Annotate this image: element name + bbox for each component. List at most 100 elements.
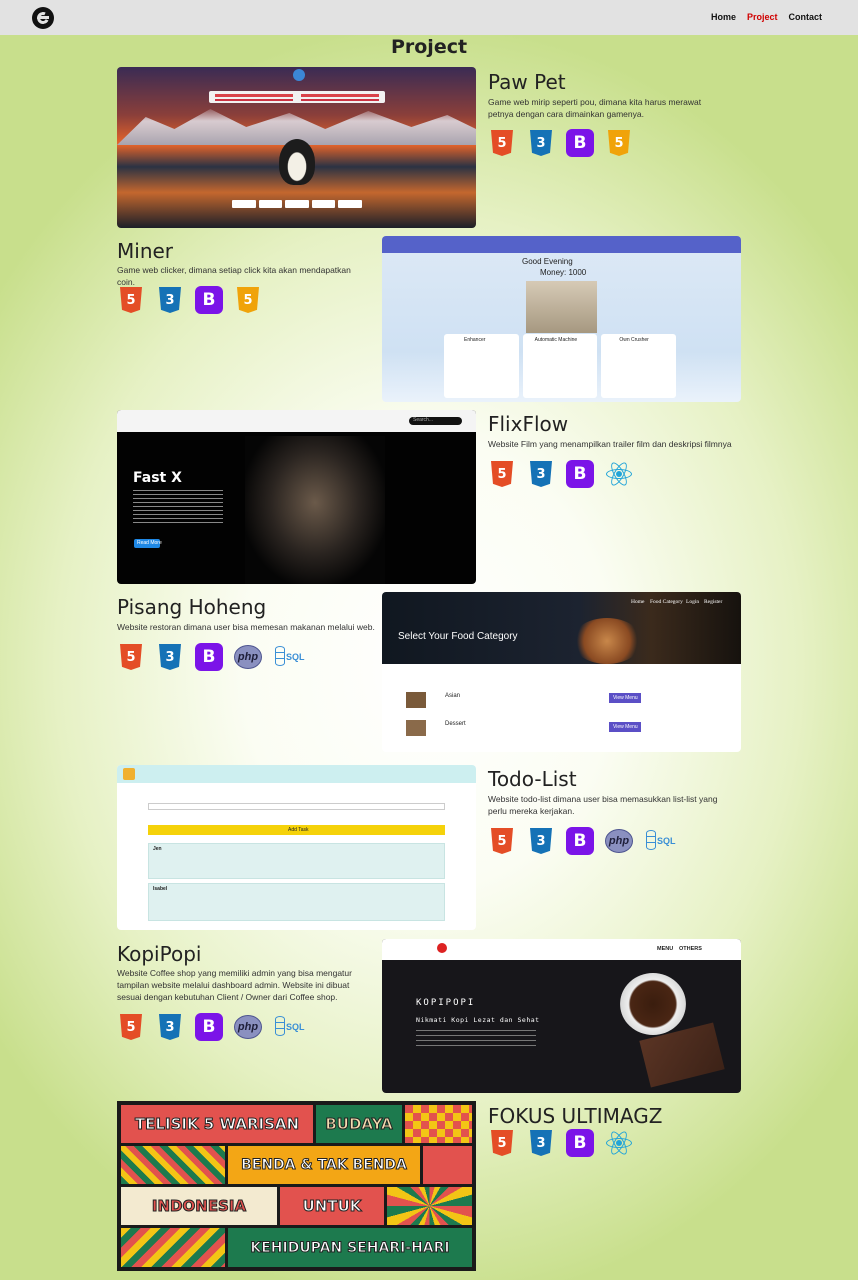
miner-screenshot[interactable]: Good Evening Money: 1000 Enhancer Automa… xyxy=(382,236,741,402)
fun-bar xyxy=(301,99,379,101)
banner-tile: BENDA & TAK BENDA xyxy=(228,1146,420,1184)
paw-icon xyxy=(293,69,305,81)
read-more-button[interactable]: Read More xyxy=(134,539,162,548)
project-title: KopiPopi xyxy=(117,942,202,966)
nav-item[interactable]: Food Category xyxy=(650,599,683,605)
javascript-icon: 5 xyxy=(234,286,262,314)
sql-icon: SQL xyxy=(273,1013,305,1041)
html5-icon: 5 xyxy=(488,1129,516,1157)
task-input[interactable] xyxy=(148,803,445,810)
php-icon: php xyxy=(234,643,262,671)
health-bar xyxy=(215,94,293,97)
tech-icons: 5 3 B 5 xyxy=(117,286,262,314)
movie-poster xyxy=(245,436,385,584)
pawpet-screenshot[interactable] xyxy=(117,67,476,228)
banner-tile: TELISIK 5 WARISAN xyxy=(121,1105,313,1143)
tech-icons: 5 3 B php SQL xyxy=(117,643,305,671)
coffee-cup xyxy=(620,973,686,1035)
project-description: Website todo-list dimana user bisa memas… xyxy=(488,794,718,816)
nav-item[interactable]: MENU xyxy=(657,946,673,952)
penguin-pet[interactable] xyxy=(279,139,315,185)
task-card[interactable]: Isabel xyxy=(148,883,445,921)
project-title: Paw Pet xyxy=(488,70,566,94)
action-button[interactable] xyxy=(232,200,256,208)
project-description: Website Coffee shop yang memiliki admin … xyxy=(117,968,352,1002)
view-menu-button[interactable]: View Menu xyxy=(609,722,641,732)
css3-icon: 3 xyxy=(156,643,184,671)
bootstrap-icon: B xyxy=(195,643,223,671)
miner-navbar xyxy=(382,236,741,253)
tech-icons: 5 3 B 5 xyxy=(488,129,633,157)
project-title: Miner xyxy=(117,239,174,263)
tech-icons: 5 3 B php SQL xyxy=(117,1013,305,1041)
php-icon: php xyxy=(234,1013,262,1041)
pasta-image xyxy=(572,618,642,664)
upgrade-card[interactable]: Own Crusher xyxy=(601,334,677,398)
tech-icons: 5 3 B php SQL xyxy=(488,827,676,855)
category-name: Dessert xyxy=(445,721,466,727)
ultimagz-screenshot[interactable]: TELISIK 5 WARISAN BUDAYA BENDA & TAK BEN… xyxy=(117,1101,476,1271)
html5-icon: 5 xyxy=(488,460,516,488)
project-description: Website Film yang menampilkan trailer fi… xyxy=(488,439,732,449)
upgrade-card[interactable]: Automatic Machine xyxy=(522,334,598,398)
css3-icon: 3 xyxy=(156,1013,184,1041)
action-button[interactable] xyxy=(258,200,283,208)
kopipopi-logo xyxy=(437,943,447,953)
react-icon xyxy=(605,460,633,488)
php-icon: php xyxy=(605,827,633,855)
upgrade-cards: Enhancer Automatic Machine Own Crusher xyxy=(444,334,677,398)
project-title: Todo-List xyxy=(488,767,577,791)
kopipopi-brand: KOPIPOPI xyxy=(416,998,476,1008)
pattern-tile xyxy=(405,1105,472,1143)
nav-item[interactable]: Home xyxy=(631,599,644,605)
nav-item[interactable]: Register xyxy=(704,599,722,605)
flixflow-screenshot[interactable]: Search... Fast X Read More xyxy=(117,410,476,584)
action-button[interactable] xyxy=(311,200,336,208)
html5-icon: 5 xyxy=(117,1013,145,1041)
kopipopi-tagline: Nikmati Kopi Lezat dan Sehat xyxy=(416,1016,540,1024)
add-task-button[interactable]: Add Task xyxy=(148,825,445,835)
banner-tile: KEHIDUPAN SEHARI-HARI xyxy=(228,1228,472,1267)
nav-contact[interactable]: Contact xyxy=(789,12,823,22)
pisanghoheng-screenshot[interactable]: Home Food Category Login Register Select… xyxy=(382,592,741,752)
greeting-text: Good Evening xyxy=(522,257,573,266)
nav-item[interactable]: Login xyxy=(686,599,699,605)
banner-tile: INDONESIA xyxy=(121,1187,277,1225)
view-menu-button[interactable]: View Menu xyxy=(609,693,641,703)
status-bars-panel xyxy=(209,91,385,103)
bootstrap-icon: B xyxy=(566,460,594,488)
dessert-thumb xyxy=(406,720,426,736)
html5-icon: 5 xyxy=(488,827,516,855)
pattern-tile xyxy=(121,1228,225,1267)
kopipopi-screenshot[interactable]: MENU OTHERS KOPIPOPI Nikmati Kopi Lezat … xyxy=(382,939,741,1093)
banner-tile: UNTUK xyxy=(280,1187,384,1225)
category-name: Asian xyxy=(445,693,461,699)
task-card[interactable]: Jen xyxy=(148,843,445,879)
css3-icon: 3 xyxy=(527,129,555,157)
nav-project[interactable]: Project xyxy=(747,12,778,22)
search-input[interactable]: Search... xyxy=(409,417,462,425)
upgrade-card[interactable]: Enhancer xyxy=(444,334,519,398)
nav-home[interactable]: Home xyxy=(711,12,736,22)
html5-icon: 5 xyxy=(488,129,516,157)
pattern-tile xyxy=(121,1146,225,1184)
sql-icon: SQL xyxy=(644,827,676,855)
todolist-screenshot[interactable]: Add Task Jen Isabel xyxy=(117,765,476,930)
css3-icon: 3 xyxy=(527,827,555,855)
bootstrap-icon: B xyxy=(566,827,594,855)
flixflow-navbar: Search... xyxy=(117,410,476,432)
action-button[interactable] xyxy=(338,200,362,208)
kopipopi-intro xyxy=(416,1030,536,1050)
project-title: Pisang Hoheng xyxy=(117,595,267,619)
html5-icon: 5 xyxy=(117,286,145,314)
action-buttons xyxy=(232,200,362,208)
movie-synopsis xyxy=(133,490,223,524)
miner-image[interactable] xyxy=(526,281,597,333)
logo-bar-shape xyxy=(38,16,49,19)
css3-icon: 3 xyxy=(156,286,184,314)
site-logo[interactable] xyxy=(32,7,54,29)
action-button[interactable] xyxy=(285,200,309,208)
project-description: Game web mirip seperti pou, dimana kita … xyxy=(488,97,702,119)
nav-item[interactable]: OTHERS xyxy=(679,946,702,952)
page-title: Project xyxy=(390,36,468,58)
